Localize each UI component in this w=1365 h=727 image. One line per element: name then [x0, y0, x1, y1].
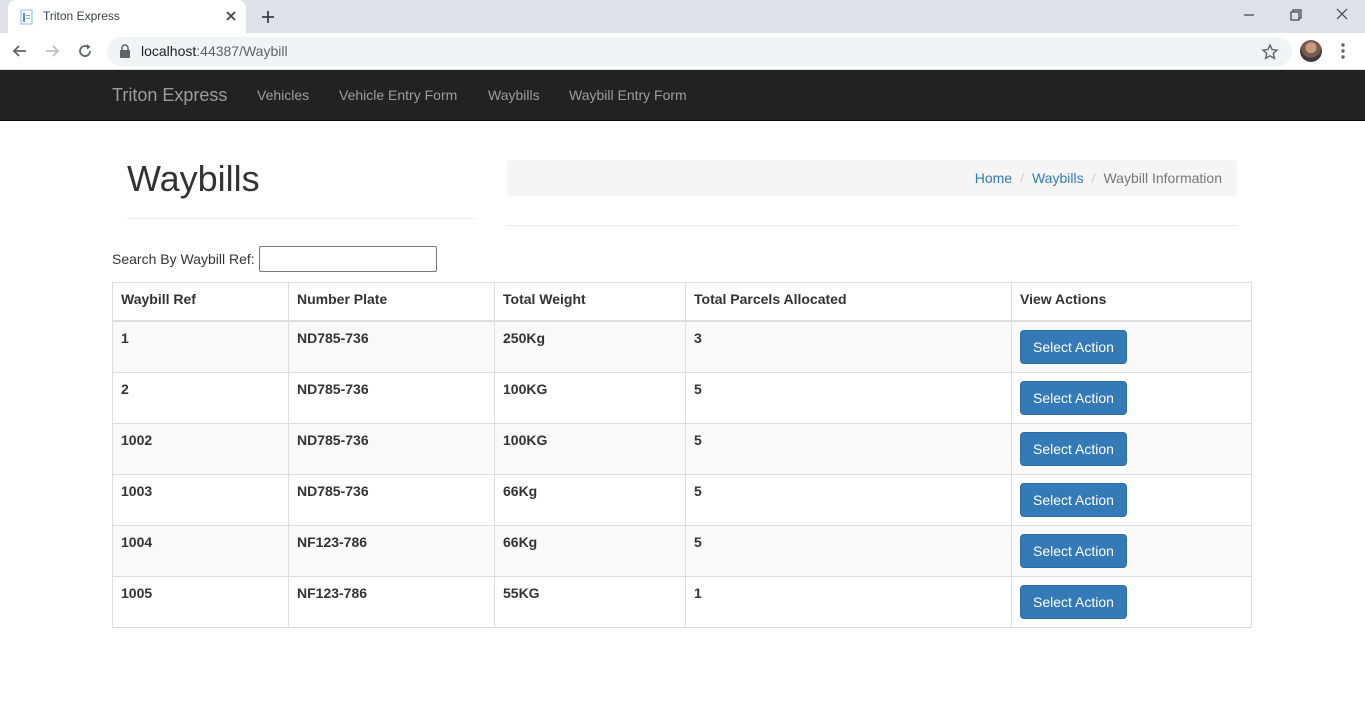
cell-number-plate: ND785-736 [288, 320, 495, 373]
select-action-button[interactable]: Select Action [1020, 482, 1127, 517]
back-arrow-icon[interactable] [10, 41, 30, 61]
cell-total-parcels: 5 [685, 524, 1012, 577]
restore-icon[interactable] [1285, 4, 1307, 26]
select-action-button[interactable]: Select Action [1020, 533, 1127, 568]
search-label: Search By Waybill Ref: [112, 251, 255, 267]
page-title: Waybills [127, 158, 260, 199]
cell-number-plate: NF123-786 [288, 575, 495, 628]
nav-link-vehicles[interactable]: Vehicles [257, 87, 309, 103]
breadcrumb-home[interactable]: Home [975, 170, 1012, 186]
table-row: 1005 NF123-786 55KG 1 Select Action [112, 575, 1252, 628]
app-navbar: Triton Express Vehicles Vehicle Entry Fo… [0, 70, 1365, 121]
bookmark-star-icon[interactable] [1260, 42, 1280, 62]
cell-number-plate: NF123-786 [288, 524, 495, 577]
table-row: 1002 ND785-736 100KG 5 Select Action [112, 422, 1252, 475]
close-window-icon[interactable] [1331, 4, 1353, 26]
cell-total-parcels: 5 [685, 371, 1012, 424]
cell-number-plate: ND785-736 [288, 473, 495, 526]
title-divider [127, 218, 476, 219]
tab-title: Triton Express [43, 9, 120, 23]
breadcrumb-waybills[interactable]: Waybills [1032, 170, 1084, 186]
breadcrumb-divider [507, 225, 1237, 226]
cell-waybill-ref: 1 [112, 320, 289, 373]
table-header-row: Waybill Ref Number Plate Total Weight To… [112, 282, 1252, 322]
nav-link-waybills[interactable]: Waybills [488, 87, 540, 103]
col-header-view-actions: View Actions [1011, 282, 1252, 322]
col-header-total-weight: Total Weight [494, 282, 686, 322]
cell-actions: Select Action [1011, 473, 1252, 526]
select-action-button[interactable]: Select Action [1020, 329, 1127, 364]
table-row: 1003 ND785-736 66Kg 5 Select Action [112, 473, 1252, 526]
brand-link[interactable]: Triton Express [112, 85, 227, 106]
url-text: localhost:44387/Waybill [141, 43, 288, 59]
col-header-number-plate: Number Plate [288, 282, 495, 322]
cell-actions: Select Action [1011, 575, 1252, 628]
breadcrumb-current: Waybill Information [1103, 170, 1222, 186]
profile-avatar[interactable] [1300, 40, 1322, 62]
new-tab-icon[interactable] [258, 7, 278, 27]
page-favicon-icon [20, 9, 33, 25]
more-menu-icon[interactable] [1334, 41, 1352, 61]
cell-actions: Select Action [1011, 524, 1252, 577]
cell-total-weight: 100KG [494, 371, 686, 424]
browser-tab[interactable]: Triton Express [8, 0, 246, 33]
minimize-icon[interactable] [1238, 4, 1260, 26]
col-header-total-parcels: Total Parcels Allocated [685, 282, 1012, 322]
cell-number-plate: ND785-736 [288, 422, 495, 475]
cell-total-weight: 100KG [494, 422, 686, 475]
select-action-button[interactable]: Select Action [1020, 584, 1127, 619]
reload-icon[interactable] [75, 41, 95, 61]
cell-waybill-ref: 1002 [112, 422, 289, 475]
cell-total-weight: 250Kg [494, 320, 686, 373]
cell-total-parcels: 5 [685, 473, 1012, 526]
waybill-search-input[interactable] [259, 246, 437, 272]
cell-waybill-ref: 1004 [112, 524, 289, 577]
nav-link-waybill-entry-form[interactable]: Waybill Entry Form [569, 87, 687, 103]
cell-total-parcels: 1 [685, 575, 1012, 628]
breadcrumb: Home / Waybills / Waybill Information [507, 160, 1237, 196]
cell-total-parcels: 5 [685, 422, 1012, 475]
cell-actions: Select Action [1011, 371, 1252, 424]
cell-total-weight: 66Kg [494, 473, 686, 526]
table-row: 1004 NF123-786 66Kg 5 Select Action [112, 524, 1252, 577]
nav-link-vehicle-entry-form[interactable]: Vehicle Entry Form [339, 87, 457, 103]
cell-total-weight: 55KG [494, 575, 686, 628]
url-bar[interactable]: localhost:44387/Waybill [107, 37, 1292, 66]
cell-total-parcels: 3 [685, 320, 1012, 373]
cell-actions: Select Action [1011, 320, 1252, 373]
select-action-button[interactable]: Select Action [1020, 380, 1127, 415]
table-row: 2 ND785-736 100KG 5 Select Action [112, 371, 1252, 424]
browser-toolbar: localhost:44387/Waybill [0, 33, 1365, 70]
col-header-waybill-ref: Waybill Ref [112, 282, 289, 322]
table-row: 1 ND785-736 250Kg 3 Select Action [112, 320, 1252, 373]
cell-number-plate: ND785-736 [288, 371, 495, 424]
cell-actions: Select Action [1011, 422, 1252, 475]
cell-waybill-ref: 1003 [112, 473, 289, 526]
cell-waybill-ref: 2 [112, 371, 289, 424]
browser-tab-bar: Triton Express [0, 0, 1365, 33]
cell-waybill-ref: 1005 [112, 575, 289, 628]
waybills-table: Waybill Ref Number Plate Total Weight To… [112, 282, 1252, 628]
cell-total-weight: 66Kg [494, 524, 686, 577]
forward-arrow-icon[interactable] [42, 41, 62, 61]
lock-icon [120, 44, 130, 58]
close-tab-icon[interactable] [222, 7, 240, 25]
select-action-button[interactable]: Select Action [1020, 431, 1127, 466]
